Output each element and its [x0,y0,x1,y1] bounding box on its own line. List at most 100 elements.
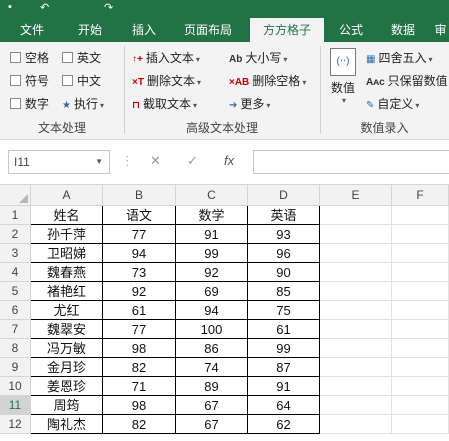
cell-a3[interactable]: 卫昭娣 [31,244,103,263]
cell-c5[interactable]: 69 [176,282,248,301]
cell-f12[interactable] [392,415,449,434]
checkbox-english[interactable]: 英文 [62,49,101,67]
column-header-f[interactable]: F [392,185,449,206]
cell-e4[interactable] [320,263,392,282]
tab-insert[interactable]: 插入 [120,18,168,42]
delete-text-button[interactable]: ×T 删除文本 ▾ [132,72,201,90]
cell-f10[interactable] [392,377,449,396]
cell-a5[interactable]: 褚艳红 [31,282,103,301]
cell-f2[interactable] [392,225,449,244]
checkbox-symbol[interactable]: 符号 [10,72,49,90]
formula-input[interactable] [253,150,449,174]
row-header-8[interactable]: 8 [0,339,31,358]
execute-button[interactable]: ★ 执行 ▾ [62,95,104,113]
cell-e8[interactable] [320,339,392,358]
cell-e10[interactable] [320,377,392,396]
cell-b10[interactable]: 71 [103,377,176,396]
column-header-a[interactable]: A [31,185,103,206]
cell-b11[interactable]: 98 [103,396,176,415]
cell-a4[interactable]: 魏春燕 [31,263,103,282]
cell-b5[interactable]: 92 [103,282,176,301]
keep-values-button[interactable]: Aᴀc 只保留数值 [366,72,448,90]
row-header-9[interactable]: 9 [0,358,31,377]
cell-e9[interactable] [320,358,392,377]
undo-icon[interactable]: ↶ [40,1,49,14]
cancel-icon[interactable]: ✕ [150,153,161,169]
cell-a9[interactable]: 金月珍 [31,358,103,377]
numeric-button[interactable]: (‧‧) 数值 ▾ [326,48,360,116]
cell-a8[interactable]: 冯万敏 [31,339,103,358]
cell-d6[interactable]: 75 [248,301,320,320]
name-box[interactable]: I11 ▼ [8,150,110,174]
cell-f3[interactable] [392,244,449,263]
column-header-e[interactable]: E [320,185,392,206]
case-button[interactable]: Ab 大小写 ▾ [229,49,287,67]
cell-b12[interactable]: 82 [103,415,176,434]
cell-f7[interactable] [392,320,449,339]
cell-c11[interactable]: 67 [176,396,248,415]
cell-d4[interactable]: 90 [248,263,320,282]
cell-d7[interactable]: 61 [248,320,320,339]
tab-home[interactable]: 开始 [66,18,114,42]
cell-b2[interactable]: 77 [103,225,176,244]
checkbox-space[interactable]: 空格 [10,49,49,67]
cell-c3[interactable]: 99 [176,244,248,263]
row-header-11[interactable]: 11 [0,396,31,415]
tab-data[interactable]: 数据 [380,18,426,42]
cell-e12[interactable] [320,415,392,434]
save-icon[interactable]: ▪ [8,1,12,13]
cell-f1[interactable] [392,206,449,225]
cell-c12[interactable]: 67 [176,415,248,434]
column-header-b[interactable]: B [103,185,176,206]
confirm-icon[interactable]: ✓ [187,153,198,169]
cell-d2[interactable]: 93 [248,225,320,244]
cell-e11[interactable] [320,396,392,415]
cell-f6[interactable] [392,301,449,320]
insert-text-button[interactable]: ↑+ 插入文本 ▾ [132,49,200,67]
tab-formulas[interactable]: 公式 [328,18,374,42]
cell-f4[interactable] [392,263,449,282]
cell-a1[interactable]: 姓名 [31,206,103,225]
row-header-12[interactable]: 12 [0,415,31,434]
row-header-10[interactable]: 10 [0,377,31,396]
delete-space-button[interactable]: ×AB 删除空格 ▾ [229,72,306,90]
cell-c7[interactable]: 100 [176,320,248,339]
row-header-7[interactable]: 7 [0,320,31,339]
cell-c4[interactable]: 92 [176,263,248,282]
cell-f5[interactable] [392,282,449,301]
tab-fangfanggezi[interactable]: 方方格子 [250,18,324,42]
checkbox-chinese[interactable]: 中文 [62,72,101,90]
cell-e3[interactable] [320,244,392,263]
cell-b6[interactable]: 61 [103,301,176,320]
checkbox-number[interactable]: 数字 [10,95,49,113]
cell-a12[interactable]: 陶礼杰 [31,415,103,434]
extract-text-button[interactable]: ⊓ 截取文本 ▾ [132,95,197,113]
cell-f8[interactable] [392,339,449,358]
cell-d12[interactable]: 62 [248,415,320,434]
cell-b9[interactable]: 82 [103,358,176,377]
more-button[interactable]: ➔ 更多 ▾ [229,95,270,113]
cell-b3[interactable]: 94 [103,244,176,263]
column-header-c[interactable]: C [176,185,248,206]
cell-d8[interactable]: 99 [248,339,320,358]
round-button[interactable]: ▦ 四舍五入 ▾ [366,49,432,67]
select-all-button[interactable] [0,185,31,206]
cell-d1[interactable]: 英语 [248,206,320,225]
cell-d10[interactable]: 91 [248,377,320,396]
cell-c1[interactable]: 数学 [176,206,248,225]
cell-a2[interactable]: 孙千萍 [31,225,103,244]
redo-icon[interactable]: ↷ [104,1,113,14]
cell-d11[interactable]: 64 [248,396,320,415]
cell-c10[interactable]: 89 [176,377,248,396]
cell-b8[interactable]: 98 [103,339,176,358]
cell-e5[interactable] [320,282,392,301]
row-header-5[interactable]: 5 [0,282,31,301]
row-header-2[interactable]: 2 [0,225,31,244]
column-header-d[interactable]: D [248,185,320,206]
cell-c9[interactable]: 74 [176,358,248,377]
cell-d5[interactable]: 85 [248,282,320,301]
cell-a10[interactable]: 姜恩珍 [31,377,103,396]
cell-e2[interactable] [320,225,392,244]
cell-d3[interactable]: 96 [248,244,320,263]
cell-b7[interactable]: 77 [103,320,176,339]
